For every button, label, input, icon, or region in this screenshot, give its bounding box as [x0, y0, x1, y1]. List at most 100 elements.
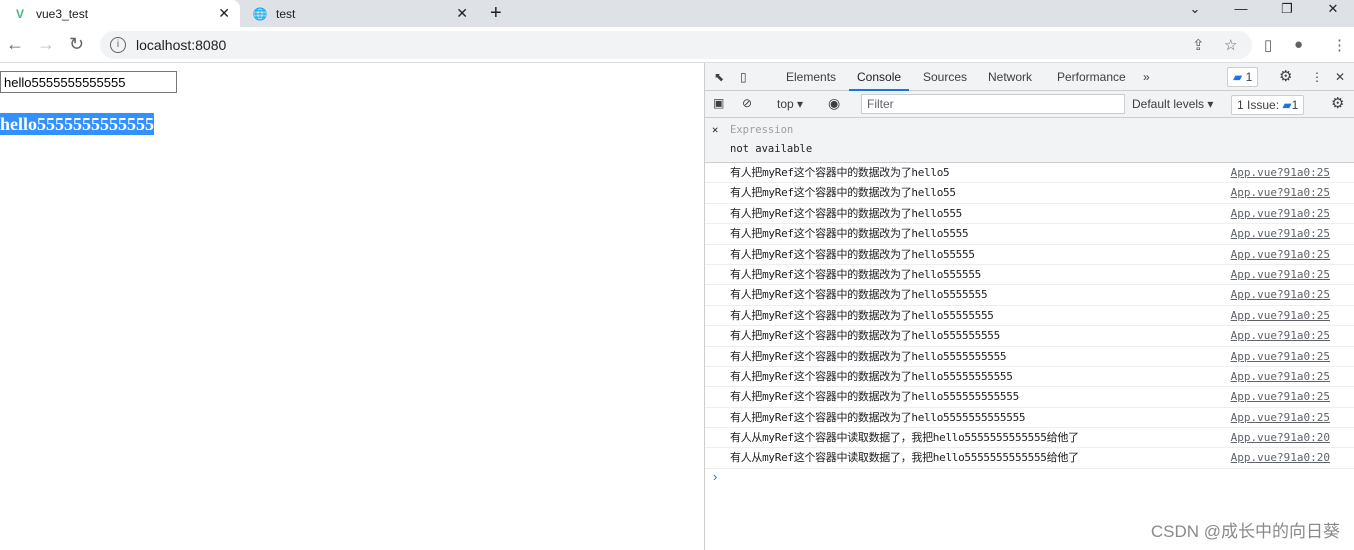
- eye-icon[interactable]: ◉: [828, 95, 840, 112]
- profile-avatar[interactable]: ●: [1294, 36, 1303, 53]
- side-panel-icon[interactable]: ▯: [1264, 36, 1272, 54]
- tab-test[interactable]: 🌐 test ✕: [240, 0, 478, 27]
- issues-badge-button[interactable]: ▰ 1: [1227, 67, 1259, 87]
- log-text: 有人把myRef这个容器中的数据改为了hello5555555555555: [730, 410, 1026, 424]
- log-levels-dropdown[interactable]: Default levels ▾: [1132, 97, 1213, 111]
- devtools-tabbar: ⬉ ▯ Elements Console Sources Network Per…: [705, 63, 1354, 91]
- tab-title: test: [276, 6, 296, 21]
- console-message: 有人把myRef这个容器中的数据改为了hello5 App.vue?91a0:25: [705, 163, 1354, 184]
- tab-network[interactable]: Network: [988, 70, 1032, 84]
- log-text: 有人把myRef这个容器中的数据改为了hello55555555: [730, 308, 994, 322]
- tab-vue3-test[interactable]: V vue3_test ✕: [0, 0, 240, 27]
- watermark: CSDN @成长中的向日葵: [1150, 522, 1340, 541]
- console-message: 有人把myRef这个容器中的数据改为了hello5555555555555 App…: [705, 408, 1354, 429]
- log-text: 有人把myRef这个容器中的数据改为了hello5555555555: [730, 349, 1007, 363]
- console-message: 有人从myRef这个容器中读取数据了，我把hello5555555555555给…: [705, 448, 1354, 469]
- forward-button[interactable]: →: [37, 34, 55, 55]
- share-icon[interactable]: ⇪: [1192, 36, 1205, 54]
- console-message: 有人把myRef这个容器中的数据改为了hello555 App.vue?91a0:…: [705, 204, 1354, 225]
- source-link[interactable]: App.vue?91a0:25: [1231, 224, 1330, 244]
- context-selector[interactable]: top ▾: [777, 97, 803, 111]
- new-tab-button[interactable]: +: [490, 2, 502, 25]
- source-link[interactable]: App.vue?91a0:25: [1231, 367, 1330, 387]
- close-tab-icon[interactable]: ✕: [218, 5, 230, 22]
- console-message: 有人把myRef这个容器中的数据改为了hello55 App.vue?91a0:2…: [705, 183, 1354, 204]
- remove-expression-icon[interactable]: ✕: [712, 124, 718, 136]
- sidebar-toggle-icon[interactable]: ▣: [713, 96, 724, 110]
- back-button[interactable]: ←: [6, 34, 24, 55]
- source-link[interactable]: App.vue?91a0:25: [1231, 285, 1330, 305]
- maximize-button[interactable]: ❐: [1264, 0, 1310, 27]
- device-toggle-icon[interactable]: ▯: [740, 70, 747, 84]
- source-link[interactable]: App.vue?91a0:25: [1231, 183, 1330, 203]
- issues-count: 1: [1291, 98, 1299, 112]
- log-text: 有人从myRef这个容器中读取数据了，我把hello5555555555555给…: [730, 431, 1079, 445]
- console-prompt[interactable]: ›: [705, 469, 1354, 484]
- more-options-icon[interactable]: ⋮: [1311, 70, 1323, 84]
- address-bar[interactable]: i localhost:8080: [100, 31, 1252, 59]
- minimize-button[interactable]: —: [1218, 0, 1264, 27]
- console-message: 有人把myRef这个容器中的数据改为了hello555555 App.vue?91…: [705, 265, 1354, 286]
- vue-logo-icon: V: [15, 6, 24, 21]
- console-toolbar: ▣ ⊘ top ▾ ◉ Filter Default levels ▾ 1 Is…: [705, 91, 1354, 118]
- source-link[interactable]: App.vue?91a0:25: [1231, 326, 1330, 346]
- console-message: 有人从myRef这个容器中读取数据了，我把hello5555555555555给…: [705, 428, 1354, 449]
- menu-icon[interactable]: ⋮: [1332, 36, 1347, 54]
- console-settings-icon[interactable]: ⚙: [1331, 94, 1344, 112]
- devtools-panel: ⬉ ▯ Elements Console Sources Network Per…: [704, 63, 1354, 550]
- issues-badge-count: 1: [1245, 70, 1253, 84]
- tab-performance[interactable]: Performance: [1057, 70, 1126, 84]
- source-link[interactable]: App.vue?91a0:25: [1231, 306, 1330, 326]
- log-text: 有人把myRef这个容器中的数据改为了hello5555555: [730, 288, 988, 302]
- log-text: 有人把myRef这个容器中的数据改为了hello555555: [730, 267, 981, 281]
- globe-icon: 🌐: [252, 6, 268, 21]
- log-text: 有人把myRef这个容器中的数据改为了hello5: [730, 166, 950, 179]
- browser-toolbar: ← → ↻ i localhost:8080 ⇪ ☆ ▯ ● ⋮: [0, 27, 1354, 63]
- console-message: 有人把myRef这个容器中的数据改为了hello555555555555 App.…: [705, 387, 1354, 408]
- source-link[interactable]: App.vue?91a0:20: [1231, 448, 1330, 468]
- source-link[interactable]: App.vue?91a0:25: [1231, 347, 1330, 367]
- expression-label[interactable]: Expression: [730, 124, 793, 136]
- source-link[interactable]: App.vue?91a0:25: [1231, 408, 1330, 428]
- tab-elements[interactable]: Elements: [786, 70, 836, 84]
- filter-input[interactable]: Filter: [861, 94, 1125, 114]
- settings-icon[interactable]: ⚙: [1279, 67, 1292, 85]
- expression-value: not available: [730, 143, 813, 155]
- heading-text: hello5555555555555: [0, 113, 155, 135]
- log-text: 有人把myRef这个容器中的数据改为了hello555555555555: [730, 390, 1019, 404]
- inspect-icon[interactable]: ⬉: [714, 70, 724, 84]
- log-text: 有人从myRef这个容器中读取数据了，我把hello5555555555555给…: [730, 451, 1079, 465]
- clear-console-icon[interactable]: ⊘: [742, 96, 752, 110]
- tab-console[interactable]: Console: [849, 70, 910, 91]
- close-devtools-icon[interactable]: ✕: [1335, 70, 1345, 84]
- tab-sources[interactable]: Sources: [923, 70, 967, 84]
- console-message: 有人把myRef这个容器中的数据改为了hello5555555 App.vue?9…: [705, 285, 1354, 306]
- issues-button[interactable]: 1 Issue: ▰1: [1231, 95, 1305, 115]
- live-expression: ✕ Expression not available: [705, 118, 1354, 163]
- levels-label: Default levels: [1132, 97, 1205, 111]
- source-link[interactable]: App.vue?91a0:20: [1231, 428, 1330, 448]
- reload-button[interactable]: ↻: [69, 34, 84, 55]
- log-text: 有人把myRef这个容器中的数据改为了hello555: [730, 206, 962, 220]
- log-text: 有人把myRef这个容器中的数据改为了hello55555555555: [730, 369, 1013, 383]
- console-message: 有人把myRef这个容器中的数据改为了hello5555555555 App.vu…: [705, 347, 1354, 367]
- source-link[interactable]: App.vue?91a0:25: [1231, 265, 1330, 285]
- info-icon[interactable]: i: [110, 37, 126, 53]
- tab-bar: V vue3_test ✕ 🌐 test ✕ + ⌄ — ❐ ✕: [0, 0, 1354, 27]
- tab-search-icon[interactable]: ⌄: [1172, 0, 1218, 27]
- source-link[interactable]: App.vue?91a0:25: [1231, 204, 1330, 224]
- page-content: hello5555555555555: [0, 63, 704, 550]
- close-tab-icon[interactable]: ✕: [456, 5, 468, 22]
- console-message: 有人把myRef这个容器中的数据改为了hello55555 App.vue?91a…: [705, 245, 1354, 265]
- source-link[interactable]: App.vue?91a0:25: [1231, 163, 1330, 183]
- console-log-list: 有人把myRef这个容器中的数据改为了hello5 App.vue?91a0:25…: [705, 163, 1354, 469]
- issues-label: 1 Issue:: [1237, 98, 1280, 112]
- more-tabs-icon[interactable]: »: [1143, 70, 1150, 84]
- tab-title: vue3_test: [36, 6, 89, 21]
- bookmark-star-icon[interactable]: ☆: [1224, 36, 1237, 54]
- source-link[interactable]: App.vue?91a0:25: [1231, 245, 1330, 265]
- close-window-button[interactable]: ✕: [1310, 0, 1354, 27]
- source-link[interactable]: App.vue?91a0:25: [1231, 387, 1330, 407]
- text-input[interactable]: [0, 71, 177, 93]
- message-icon: ▰: [1233, 70, 1243, 84]
